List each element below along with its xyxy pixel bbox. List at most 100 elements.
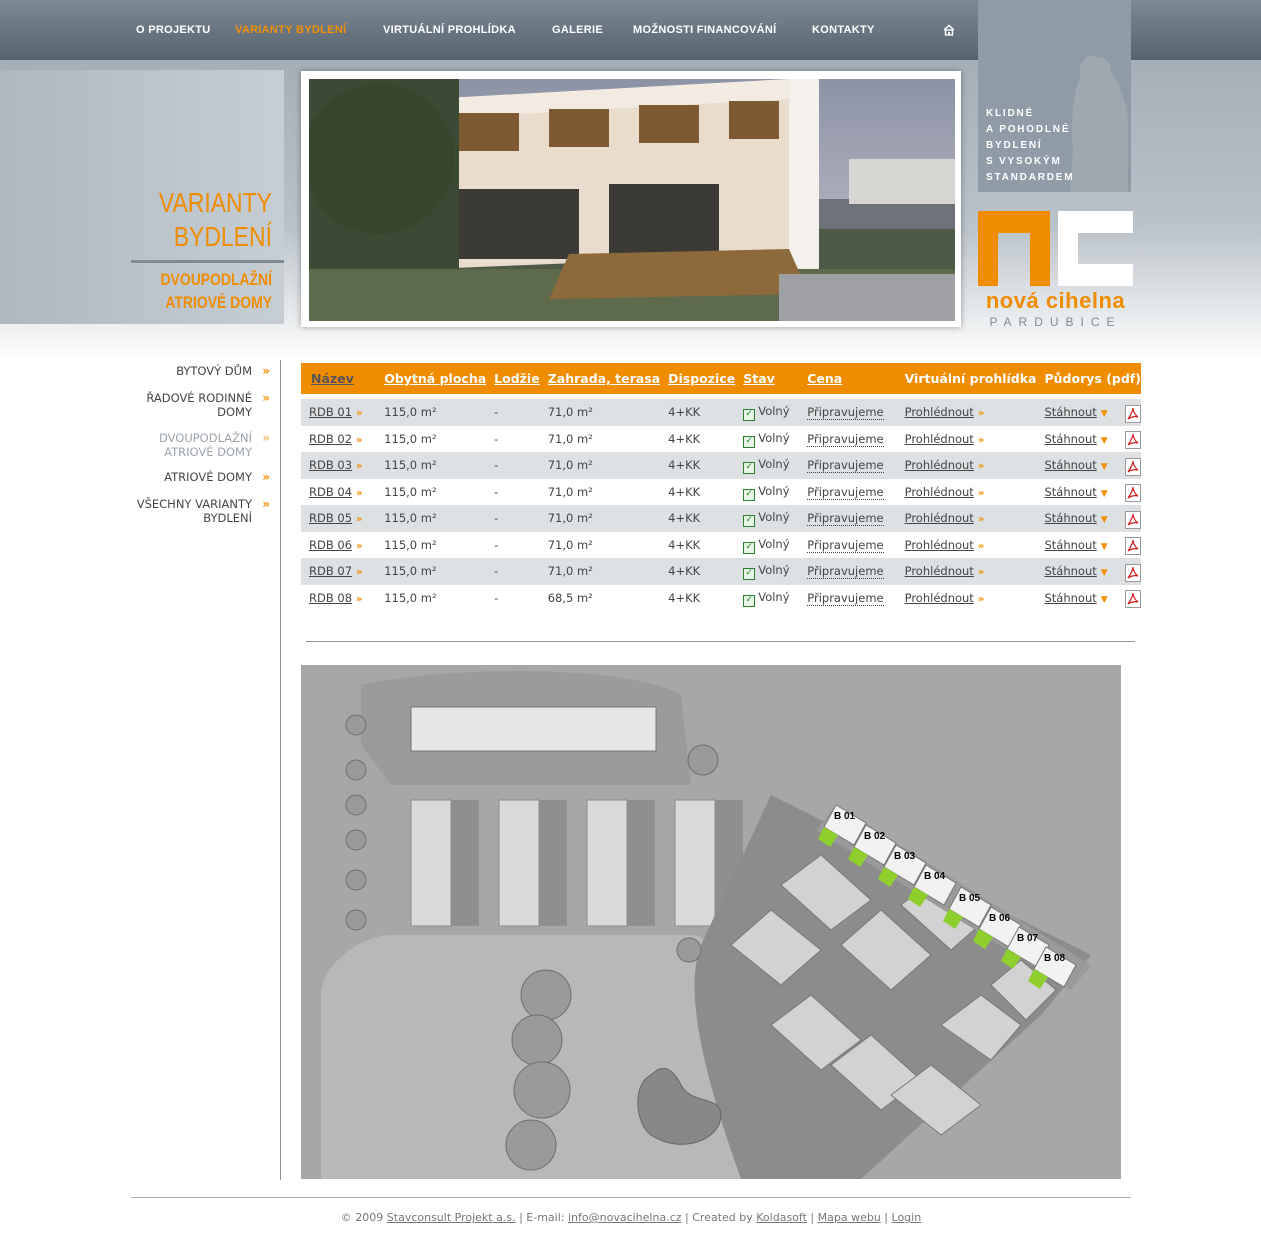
unit-name-link[interactable]: RDB 03	[309, 458, 352, 472]
price-text[interactable]: Připravujeme	[807, 484, 884, 500]
lot-label: B 08	[1044, 953, 1066, 964]
email-link[interactable]: info@novacihelna.cz	[568, 1211, 682, 1224]
page-title: VARIANTY BYDLENÍ	[159, 186, 272, 254]
cell-price: Připravujeme	[799, 425, 897, 452]
home-icon[interactable]	[943, 24, 955, 36]
download-link[interactable]: Stáhnout	[1045, 485, 1097, 499]
pdf-icon[interactable]	[1124, 404, 1141, 423]
house-rendering	[309, 79, 955, 321]
cell-price: Připravujeme	[799, 478, 897, 505]
download-link[interactable]: Stáhnout	[1045, 458, 1097, 472]
nav-galerie[interactable]: GALERIE	[552, 24, 603, 36]
sidebar-item-radove-rodinne-domy[interactable]: ŘADOVÉ RODINNÉ DOMY »	[112, 391, 272, 419]
cell-loggia: -	[486, 399, 540, 426]
sidebar-item-atriove-domy[interactable]: ATRIOVÉ DOMY »	[112, 470, 272, 484]
column-header-dispozice[interactable]: Dispozice	[660, 363, 736, 394]
tour-link[interactable]: Prohlédnout	[905, 405, 974, 419]
pdf-icon[interactable]	[1124, 484, 1141, 503]
table-row: RDB 05» 115,0 m² -71,0 m² 4+KK ✓ Volný Připrav…	[301, 505, 1141, 532]
double-chevron-icon: »	[356, 487, 363, 499]
download-link[interactable]: Stáhnout	[1045, 432, 1097, 446]
pdf-icon[interactable]	[1124, 590, 1141, 609]
download-link[interactable]: Stáhnout	[1045, 405, 1097, 419]
table-row: RDB 04» 115,0 m² -71,0 m² 4+KK ✓ Volný Připrav…	[301, 478, 1141, 505]
column-header-lodzie[interactable]: Lodžie	[486, 363, 540, 394]
page-subtitle: DVOUPODLAŽNÍ ATRIOVÉ DOMY	[160, 268, 272, 314]
unit-name-link[interactable]: RDB 04	[309, 485, 352, 499]
tour-link[interactable]: Prohlédnout	[905, 564, 974, 578]
download-link[interactable]: Stáhnout	[1045, 538, 1097, 552]
creator-link[interactable]: Koldasoft	[756, 1211, 807, 1224]
pdf-icon[interactable]	[1124, 457, 1141, 476]
cell-tour: Prohlédnout»	[896, 584, 1037, 611]
cell-layout: 4+KK	[660, 452, 736, 479]
section-divider	[306, 641, 1135, 642]
cell-garden: 71,0 m²	[539, 478, 661, 505]
separator: |	[810, 1211, 815, 1224]
price-text[interactable]: Připravujeme	[807, 511, 884, 527]
column-header-obytna-plocha[interactable]: Obytná plocha	[376, 363, 487, 394]
unit-name-link[interactable]: RDB 08	[309, 591, 352, 605]
cell-area: 115,0 m²	[376, 478, 487, 505]
tour-link[interactable]: Prohlédnout	[905, 432, 974, 446]
company-link[interactable]: Stavconsult Projekt a.s.	[387, 1211, 516, 1224]
cell-loggia: -	[486, 531, 540, 558]
price-text[interactable]: Připravujeme	[807, 564, 884, 580]
column-header-cena[interactable]: Cena	[799, 363, 897, 394]
pdf-icon[interactable]	[1124, 563, 1141, 582]
download-link[interactable]: Stáhnout	[1045, 564, 1097, 578]
column-header-nazev[interactable]: Název	[301, 363, 377, 394]
status-text: Volný	[758, 589, 790, 604]
price-text[interactable]: Připravujeme	[807, 537, 884, 553]
column-header-stav[interactable]: Stav	[735, 363, 800, 394]
nav-kontakty[interactable]: KONTAKTY	[812, 24, 875, 36]
pdf-icon[interactable]	[1124, 510, 1141, 529]
nav-o-projektu[interactable]: O PROJEKTU	[136, 24, 211, 36]
nav-virtualni-prohlidka[interactable]: VIRTUÁLNÍ PROHLÍDKA	[383, 24, 516, 36]
tagline-line: A POHODLNÉ	[986, 124, 1071, 135]
price-text[interactable]: Připravujeme	[807, 431, 884, 447]
tagline-line: BYDLENÍ	[986, 140, 1043, 151]
tour-link[interactable]: Prohlédnout	[905, 511, 974, 525]
cell-status: ✓ Volný	[735, 531, 800, 558]
tour-link[interactable]: Prohlédnout	[905, 485, 974, 499]
sidebar-item-dvoupodlazni-atriove-domy[interactable]: DVOUPODLAŽNÍ ATRIOVÉ DOMY »	[112, 431, 272, 459]
sidebar-item-bytovy-dum[interactable]: BYTOVÝ DŮM »	[112, 364, 272, 378]
site-plan-map[interactable]: B 01 B 02 B 03 B 04 B 05 B 06 B 07 B 08	[301, 665, 1121, 1179]
tour-link[interactable]: Prohlédnout	[905, 591, 974, 605]
cell-area: 115,0 m²	[376, 584, 487, 611]
cell-loggia: -	[486, 584, 540, 611]
download-link[interactable]: Stáhnout	[1045, 591, 1097, 605]
pdf-icon[interactable]	[1124, 431, 1141, 450]
unit-name-link[interactable]: RDB 06	[309, 538, 352, 552]
table-row: RDB 08» 115,0 m² -68,5 m² 4+KK ✓ Volný Připrav…	[301, 584, 1141, 611]
download-arrow-icon: ▼	[1100, 594, 1108, 605]
price-text[interactable]: Připravujeme	[807, 590, 884, 606]
unit-name-link[interactable]: RDB 02	[309, 432, 352, 446]
cell-plan: Stáhnout ▼	[1036, 452, 1117, 479]
unit-name-link[interactable]: RDB 07	[309, 564, 352, 578]
sidebar-item-label: BYDLENÍ	[203, 511, 252, 525]
double-chevron-icon: »	[262, 470, 270, 484]
cell-price: Připravujeme	[799, 531, 897, 558]
nav-moznosti-financovani[interactable]: MOŽNOSTI FINANCOVÁNÍ	[633, 24, 777, 36]
tour-link[interactable]: Prohlédnout	[905, 458, 974, 472]
table-row: RDB 01» 115,0 m² -71,0 m² 4+KK ✓ Volný Připrav…	[301, 399, 1141, 426]
unit-name-link[interactable]: RDB 01	[309, 405, 352, 419]
column-header-zahrada[interactable]: Zahrada, terasa	[539, 363, 661, 394]
download-link[interactable]: Stáhnout	[1045, 511, 1097, 525]
double-chevron-icon: »	[356, 514, 363, 526]
cell-name: RDB 01 »	[301, 399, 377, 426]
sidebar-item-label: ŘADOVÉ RODINNÉ	[146, 391, 252, 405]
price-text[interactable]: Připravujeme	[807, 458, 884, 474]
sitemap-link[interactable]: Mapa webu	[818, 1211, 881, 1224]
checkbox-icon: ✓	[743, 462, 756, 475]
sidebar-item-vsechny-varianty[interactable]: VŠECHNY VARIANTY BYDLENÍ »	[112, 497, 272, 525]
login-link[interactable]: Login	[892, 1211, 922, 1224]
tagline-line: KLIDNÉ	[986, 108, 1035, 119]
nav-varianty-bydleni[interactable]: VARIANTY BYDLENÍ	[235, 24, 346, 36]
pdf-icon[interactable]	[1124, 537, 1141, 556]
tour-link[interactable]: Prohlédnout	[905, 538, 974, 552]
price-text[interactable]: Připravujeme	[807, 405, 884, 421]
unit-name-link[interactable]: RDB 05	[309, 511, 352, 525]
